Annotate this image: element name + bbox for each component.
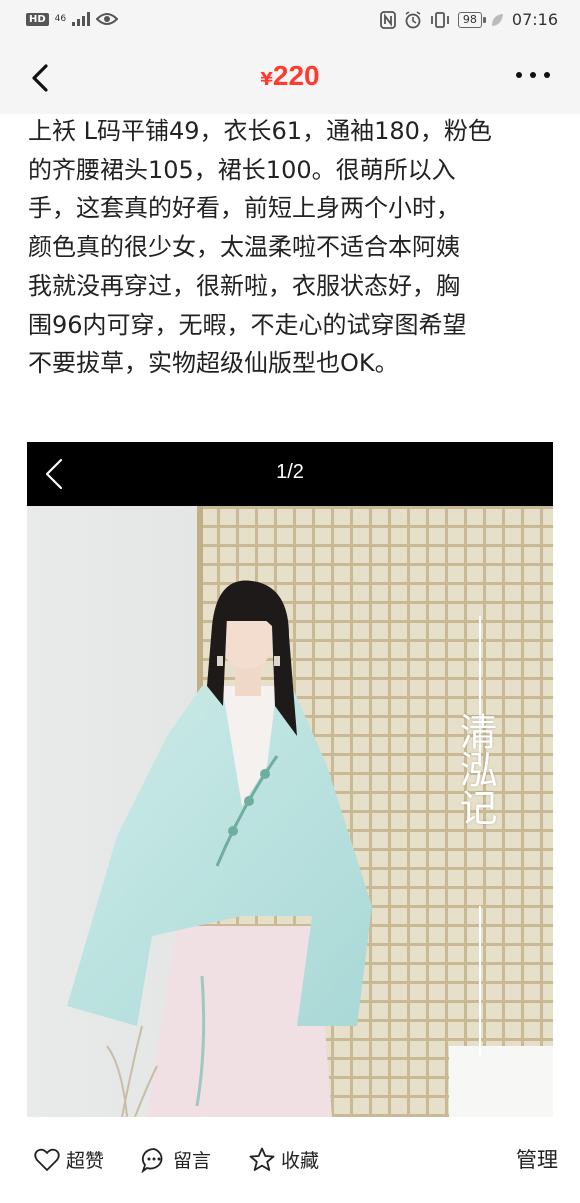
more-options-button[interactable]	[516, 72, 550, 78]
comment-label: 留言	[173, 1150, 212, 1172]
more-dot	[544, 72, 550, 78]
status-right: 98 07:16	[379, 10, 558, 29]
more-dot	[530, 72, 536, 78]
photo-viewer-header: 1/2	[27, 442, 553, 506]
vibrate-icon	[430, 11, 449, 28]
like-label: 超赞	[66, 1150, 105, 1172]
heart-icon	[34, 1148, 60, 1171]
hd-badge: HD	[26, 12, 49, 26]
manage-button[interactable]: 管理	[516, 1144, 558, 1174]
status-bar: HD 46 98 07:16	[0, 0, 580, 42]
status-time: 07:16	[511, 10, 558, 29]
bottom-action-bar: 超赞 留言 收藏 管理	[0, 1120, 580, 1203]
description-line: 围96内可穿，无暇，不走心的试穿图希望	[28, 310, 467, 339]
favorite-label: 收藏	[281, 1150, 320, 1172]
description-line: 不要拔草，实物超级仙版型也OK。	[28, 349, 399, 378]
more-dot	[516, 72, 522, 78]
network-type: 46	[54, 13, 67, 24]
comment-button[interactable]: 留言	[141, 1146, 211, 1173]
eye-icon	[96, 13, 119, 25]
status-left: HD 46	[26, 11, 119, 27]
photo-viewer[interactable]: 1/2 清泓记	[27, 442, 553, 1117]
nfc-icon	[379, 10, 396, 29]
description-line: 上袄 L码平铺49，衣长61，通袖180，粉色	[28, 117, 492, 145]
photo-overlay-text: 清泓记	[453, 712, 497, 826]
description-line: 颜色真的很少女，太温柔啦不适合本阿姨	[28, 233, 460, 262]
description-line: 手，这套真的好看，前短上身两个小时，	[28, 194, 460, 223]
nav-bar: ¥220	[0, 42, 580, 114]
favorite-button[interactable]: 收藏	[249, 1146, 319, 1173]
star-icon	[249, 1147, 275, 1171]
leaf-icon	[491, 13, 503, 26]
like-button[interactable]: 超赞	[34, 1146, 104, 1173]
comment-icon	[141, 1147, 163, 1173]
signal-icon	[72, 12, 91, 26]
alarm-icon	[405, 10, 421, 28]
photo-counter: 1/2	[276, 461, 304, 483]
item-description: 上袄 L码平铺49，衣长61，通袖180，粉色 的齐腰裙头105，裙长100。很…	[28, 112, 558, 383]
currency-symbol: ¥	[260, 69, 273, 90]
description-line: 的齐腰裙头105，裙长100。很萌所以入	[28, 155, 456, 184]
price-amount: 220	[272, 60, 320, 91]
description-line: 我就没再穿过，很新啦，衣服状态好，胸	[28, 271, 460, 300]
price-display: ¥220	[0, 60, 580, 92]
battery-indicator: 98	[457, 11, 486, 28]
